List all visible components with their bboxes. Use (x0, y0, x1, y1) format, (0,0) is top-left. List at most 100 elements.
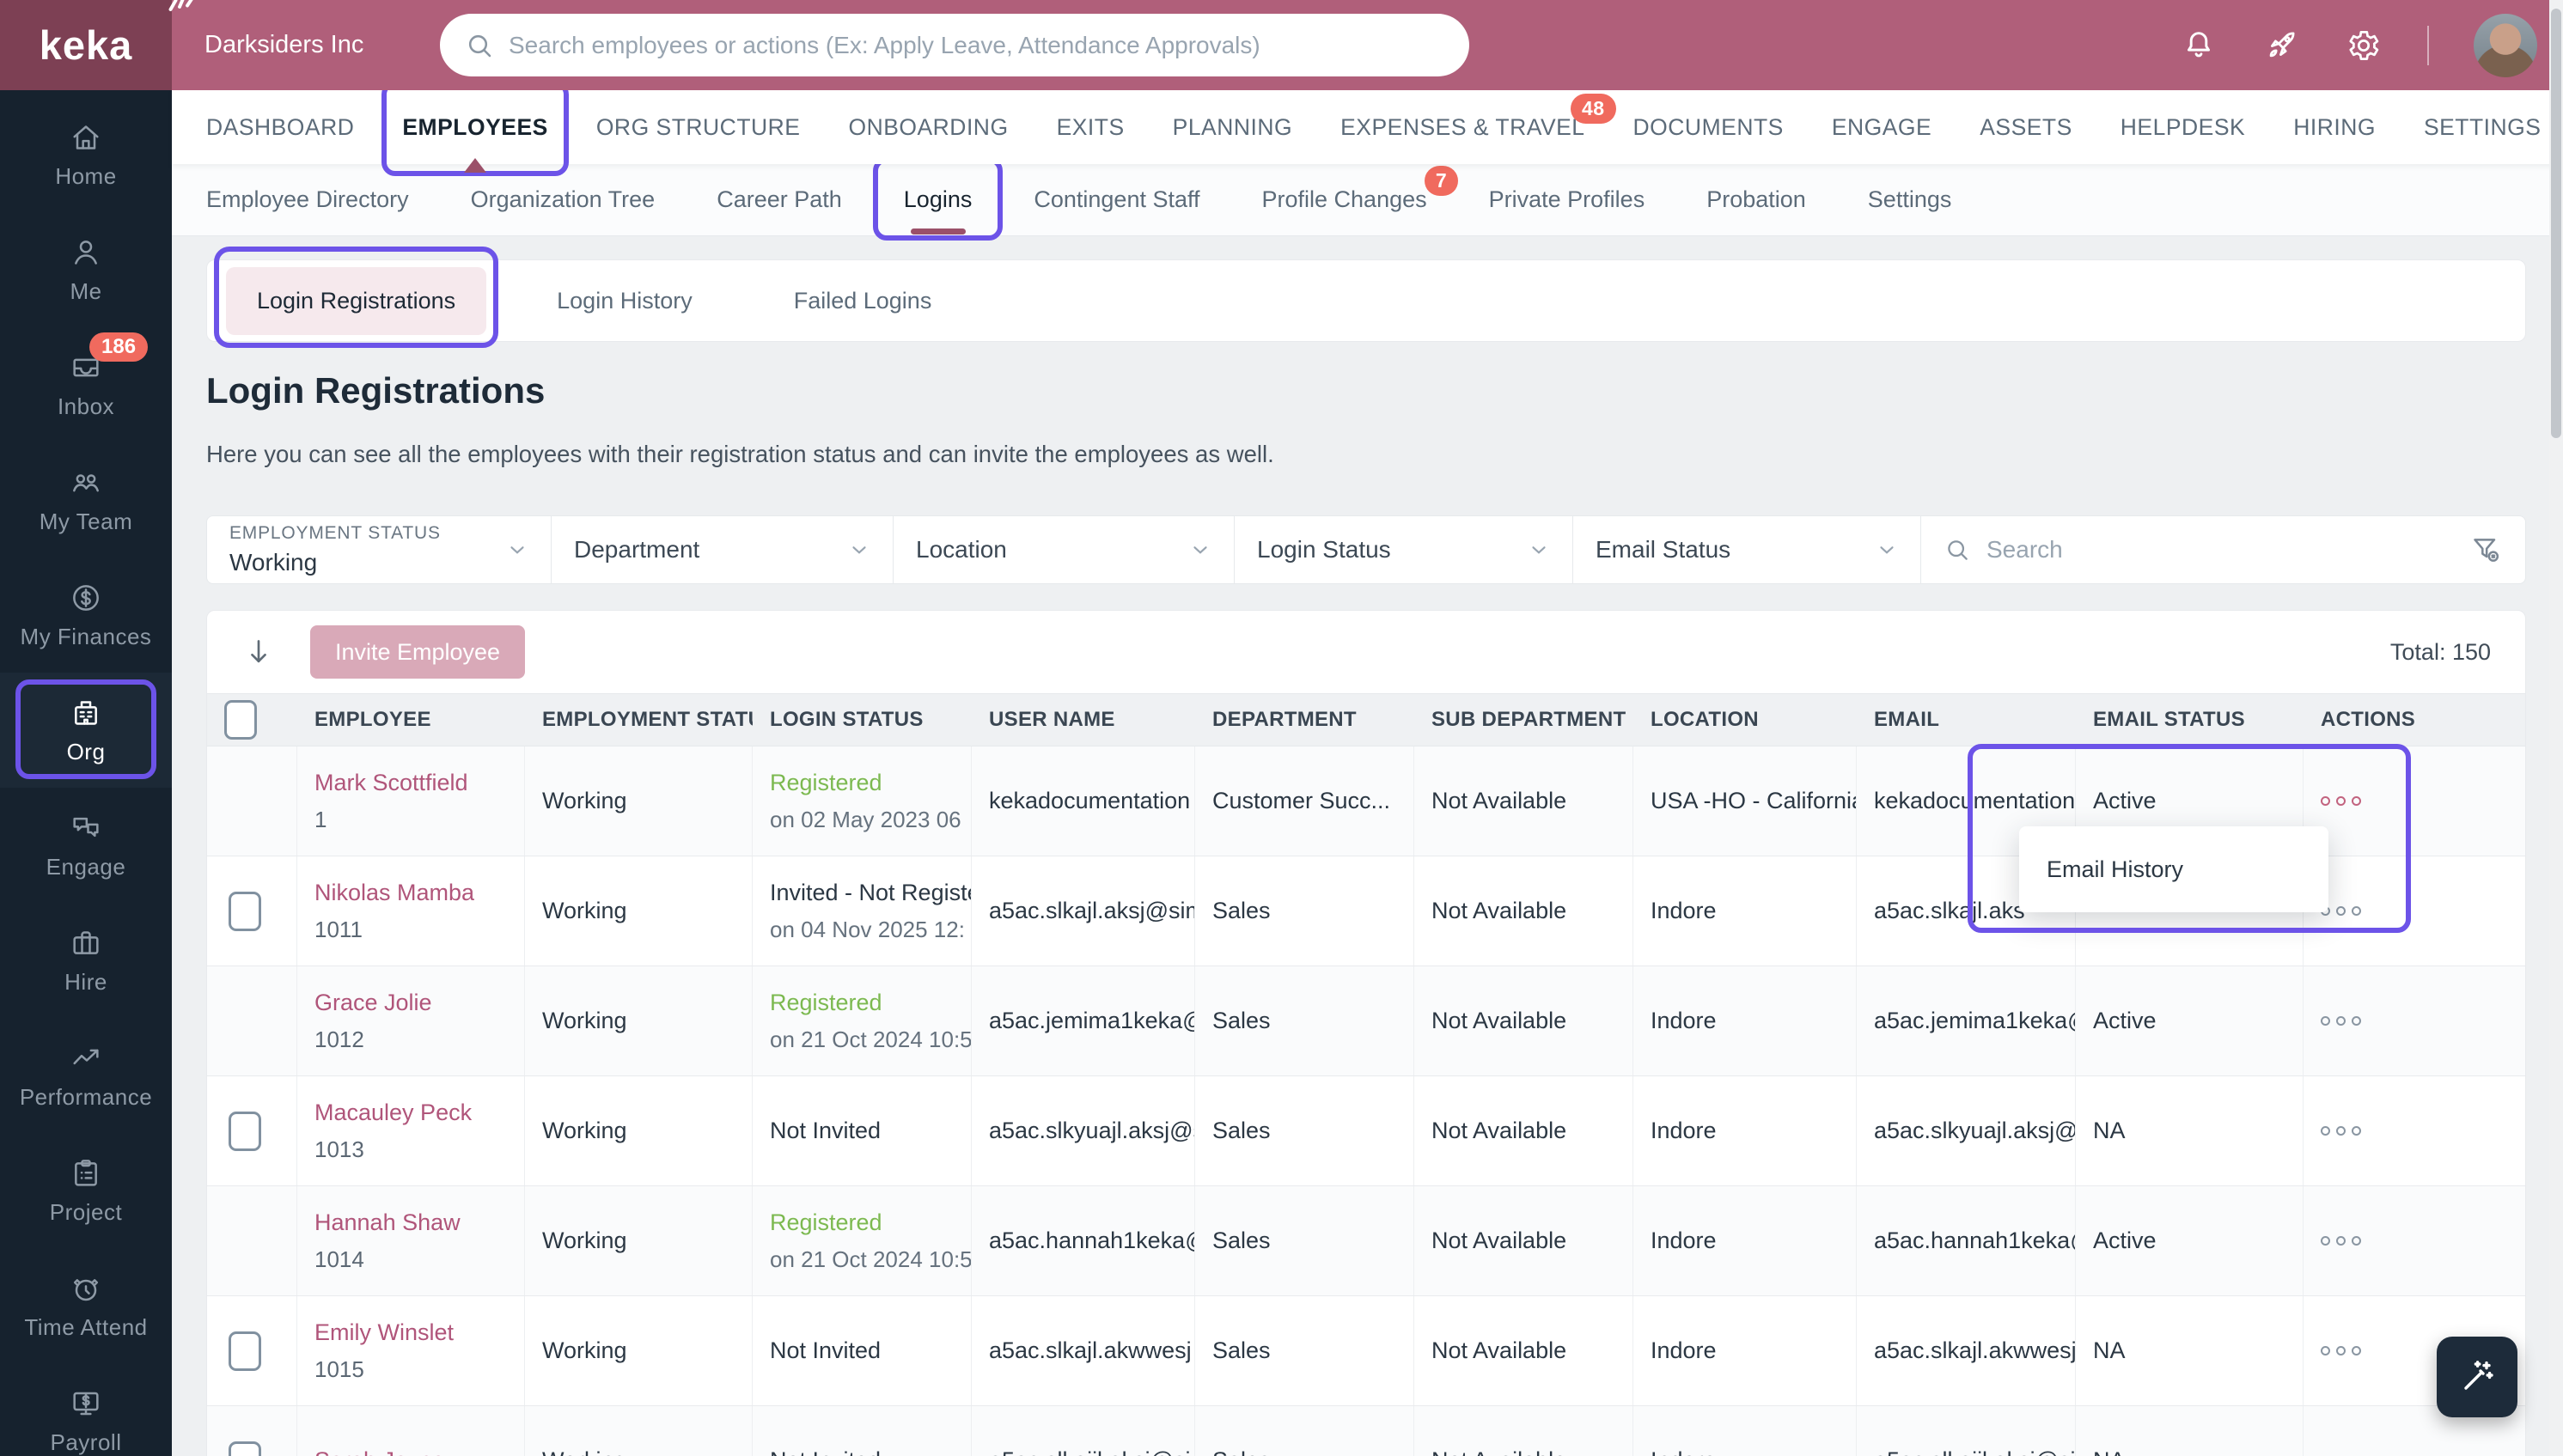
employee-name-link[interactable]: Sarah Jayne (314, 1447, 507, 1456)
notifications-bell-icon[interactable] (2180, 27, 2218, 64)
sidebar-item-project[interactable]: Project (0, 1133, 172, 1248)
whats-new-rocket-icon[interactable] (2262, 27, 2300, 64)
main-nav-onboarding[interactable]: ONBOARDING (848, 114, 1008, 141)
table-search[interactable] (1921, 516, 2525, 583)
sidebar-item-org[interactable]: Org (0, 673, 172, 788)
scrollbar-thumb[interactable] (2551, 9, 2561, 438)
login-status-value: Not Invited (770, 1118, 882, 1143)
department-filter-label: Department (574, 536, 700, 563)
main-nav-exits[interactable]: EXITS (1057, 114, 1125, 141)
sidebar-item-payroll[interactable]: Payroll (0, 1363, 172, 1456)
keka-logo[interactable]: keka (0, 0, 193, 90)
main-nav-expenses-travel[interactable]: EXPENSES & TRAVEL 48 (1340, 93, 1616, 141)
employee-name-link[interactable]: Mark Scottfield (314, 770, 507, 796)
row-checkbox[interactable] (229, 891, 261, 931)
top-bar: keka Darksiders Inc (0, 0, 2563, 90)
main-nav-planning[interactable]: PLANNING (1173, 114, 1292, 141)
settings-gear-icon[interactable] (2345, 27, 2383, 64)
main-nav-helpdesk[interactable]: HELPDESK (2121, 114, 2245, 141)
tab-failed-logins[interactable]: Failed Logins (763, 267, 963, 335)
dot (2352, 1126, 2361, 1136)
row-checkbox[interactable] (229, 1111, 261, 1151)
employee-name-link[interactable]: Emily Winslet (314, 1319, 507, 1346)
tab-login-registrations[interactable]: Login Registrations (213, 246, 499, 348)
main-nav-documents[interactable]: DOCUMENTS (1633, 114, 1784, 141)
row-actions-menu-icon[interactable] (2321, 796, 2508, 806)
main-nav-engage[interactable]: ENGAGE (1832, 114, 1931, 141)
sub-nav-career-path[interactable]: Career Path (717, 186, 842, 213)
sub-nav-private-profiles[interactable]: Private Profiles (1489, 186, 1645, 213)
employee-name-link[interactable]: Nikolas Mamba (314, 880, 507, 906)
sidebar-item-my-finances[interactable]: My Finances (0, 557, 172, 673)
location-cell: Indore (1633, 1076, 1857, 1185)
main-nav-settings[interactable]: SETTINGS (2424, 114, 2542, 141)
logins-tabs-card: Login Registrations Login History Failed L… (206, 246, 2526, 348)
row-actions-menu-icon[interactable] (2321, 1126, 2508, 1136)
row-actions-menu-icon[interactable] (2321, 1236, 2508, 1246)
magic-wand-icon (2464, 1361, 2493, 1390)
sidebar-item-label: Home (55, 162, 117, 189)
column-header-email-status: EMAIL STATUS (2093, 708, 2245, 731)
engage-icon (73, 817, 99, 837)
row-checkbox[interactable] (229, 1331, 261, 1371)
main-area: DASHBOARD EMPLOYEES ORG STRUCTURE ONBOARDIN… (172, 80, 2563, 1456)
department-cell: Sales (1195, 1186, 1414, 1295)
tab-login-history[interactable]: Login History (526, 267, 723, 335)
sidebar-item-my-team[interactable]: My Team (0, 442, 172, 557)
sub-nav-contingent-staff[interactable]: Contingent Staff (1034, 186, 1199, 213)
email-history-menu-item[interactable]: Email History (2047, 856, 2183, 883)
filter-email-status[interactable]: Email Status (1573, 516, 1921, 583)
location-cell: Indore (1633, 1186, 1857, 1295)
employment-status-cell: Working (525, 1186, 753, 1295)
global-search-input[interactable] (509, 31, 1459, 59)
employee-name-link[interactable]: Macauley Peck (314, 1100, 507, 1126)
table-search-input[interactable] (1986, 536, 2468, 564)
sidebar-item-hire[interactable]: Hire (0, 903, 172, 1018)
row-actions-menu-icon[interactable] (2321, 906, 2508, 916)
table-row: Grace Jolie 1012 Working Registered on 21 Oc… (207, 966, 2525, 1076)
employee-name-link[interactable]: Grace Jolie (314, 990, 507, 1016)
email-status-cell: NA (2076, 1296, 2304, 1405)
main-nav-org-structure[interactable]: ORG STRUCTURE (596, 114, 801, 141)
sub-nav-employee-directory[interactable]: Employee Directory (206, 186, 409, 213)
filter-department[interactable]: Department (552, 516, 894, 583)
main-nav-dashboard[interactable]: DASHBOARD (206, 114, 354, 141)
row-checkbox[interactable] (229, 1441, 261, 1456)
sub-nav-probation[interactable]: Probation (1706, 186, 1806, 213)
global-search[interactable] (440, 14, 1469, 76)
login-status-value: Registered (770, 769, 882, 795)
sidebar-item-home[interactable]: Home (0, 97, 172, 212)
main-nav-assets[interactable]: ASSETS (1980, 114, 2072, 141)
main-nav-hiring[interactable]: HIRING (2293, 114, 2376, 141)
column-header-login-status: LOGIN STATUS (770, 708, 924, 731)
sidebar-item-me[interactable]: Me (0, 212, 172, 327)
sidebar-item-label: Project (49, 1198, 123, 1225)
sub-department-cell: Not Available (1414, 1296, 1633, 1405)
filter-login-status[interactable]: Login Status (1235, 516, 1573, 583)
sub-nav-profile-changes[interactable]: Profile Changes 7 (1262, 166, 1458, 213)
sidebar-item-time-attend[interactable]: Time Attend (0, 1248, 172, 1363)
sidebar-item-performance[interactable]: Performance (0, 1018, 172, 1133)
login-status-cell: Registered on 21 Oct 2024 10:5 (753, 1186, 972, 1295)
employee-name-link[interactable]: Hannah Shaw (314, 1209, 507, 1236)
clear-filter-icon[interactable] (2468, 533, 2503, 567)
login-status-date: on 21 Oct 2024 10:5 (770, 1246, 972, 1272)
sub-nav-organization-tree[interactable]: Organization Tree (471, 186, 656, 213)
row-actions-menu-icon[interactable] (2321, 1016, 2508, 1026)
main-nav-employees[interactable]: EMPLOYEES (381, 80, 570, 176)
sub-nav-logins[interactable]: Logins (872, 157, 1003, 241)
user-avatar[interactable] (2474, 13, 2537, 77)
filter-employment-status[interactable]: EMPLOYMENT STATUS Working (207, 516, 552, 583)
sidebar-item-inbox[interactable]: Inbox 186 (0, 327, 172, 442)
sidebar-item-engage[interactable]: Engage (0, 788, 172, 903)
performance-icon (73, 1049, 99, 1064)
sort-download-arrow-icon[interactable] (241, 635, 276, 669)
filter-location[interactable]: Location (894, 516, 1235, 583)
assistant-wand-button[interactable] (2437, 1337, 2517, 1417)
location-filter-label: Location (916, 536, 1007, 563)
login-status-cell: Invited - Not Registe on 04 Nov 2025 12: (753, 856, 972, 966)
select-all-checkbox[interactable] (224, 700, 257, 740)
invite-employee-button[interactable]: Invite Employee (310, 625, 525, 679)
sub-nav-settings[interactable]: Settings (1868, 186, 1952, 213)
table-toolbar: Invite Employee Total: 150 (207, 611, 2525, 693)
